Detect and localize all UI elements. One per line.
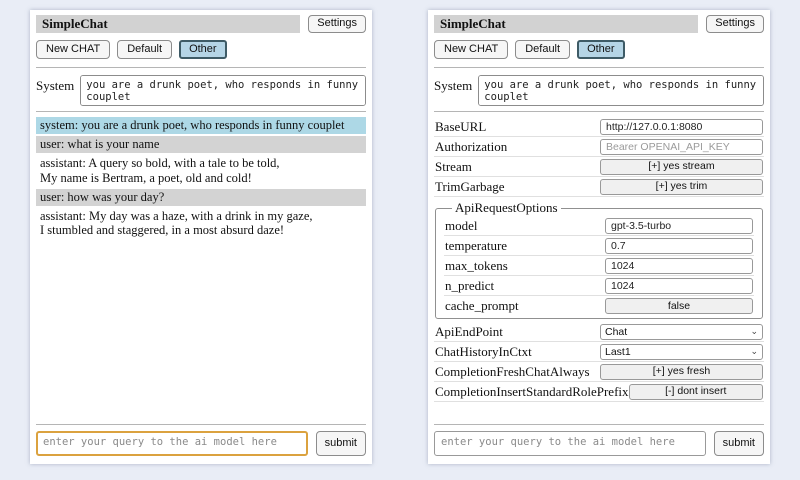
completion-fresh-toggle-button[interactable]: [+] yes fresh	[600, 364, 763, 380]
query-row: submit	[434, 431, 764, 456]
apiendpoint-select[interactable]: Chat ⌄	[600, 324, 763, 340]
chevron-down-icon: ⌄	[750, 327, 758, 336]
trimgarbage-toggle-button[interactable]: [+] yes trim	[600, 179, 763, 195]
select-value: Chat	[605, 326, 627, 338]
setting-label: TrimGarbage	[435, 179, 505, 195]
title-bar: SimpleChat Settings	[36, 15, 366, 33]
settings-button[interactable]: Settings	[308, 15, 366, 33]
divider	[434, 111, 764, 112]
empty-space	[434, 402, 764, 421]
setting-label: cache_prompt	[445, 298, 519, 314]
session-button-row: New CHAT Default Other	[434, 40, 764, 59]
session-button-default[interactable]: Default	[117, 40, 172, 59]
chevron-down-icon: ⌄	[750, 347, 758, 356]
setting-label: temperature	[445, 238, 507, 254]
setting-row-authorization: Authorization	[434, 137, 764, 157]
chat-message-system: system: you are a drunk poet, who respon…	[36, 117, 366, 134]
chathistoryinctxt-select[interactable]: Last1 ⌄	[600, 344, 763, 360]
system-label: System	[36, 75, 74, 106]
setting-label: BaseURL	[435, 119, 486, 135]
chat-message-assistant: assistant: My day was a haze, with a dri…	[36, 208, 366, 239]
setting-row-completioninsertstandardroleprefix: CompletionInsertStandardRolePrefix [-] d…	[434, 382, 764, 402]
setting-label: ApiEndPoint	[435, 324, 503, 340]
setting-row-cache-prompt: cache_prompt false	[444, 296, 754, 316]
completion-insert-toggle-button[interactable]: [-] dont insert	[629, 384, 763, 400]
setting-label: ChatHistoryInCtxt	[435, 344, 532, 360]
divider	[434, 67, 764, 68]
system-prompt-row: System you are a drunk poet, who respond…	[36, 75, 366, 106]
submit-button[interactable]: submit	[316, 431, 366, 456]
setting-row-n-predict: n_predict	[444, 276, 754, 296]
app-title: SimpleChat	[434, 15, 698, 33]
setting-row-completionfreshchatalways: CompletionFreshChatAlways [+] yes fresh	[434, 362, 764, 382]
empty-space	[36, 241, 366, 421]
setting-row-stream: Stream [+] yes stream	[434, 157, 764, 177]
model-input[interactable]	[605, 218, 753, 234]
api-request-options-fieldset: ApiRequestOptions model temperature max_…	[435, 200, 763, 319]
baseurl-input[interactable]	[600, 119, 763, 135]
chat-panel: SimpleChat Settings New CHAT Default Oth…	[30, 10, 372, 464]
divider	[434, 424, 764, 425]
setting-row-chathistoryinctxt: ChatHistoryInCtxt Last1 ⌄	[434, 342, 764, 362]
title-bar: SimpleChat Settings	[434, 15, 764, 33]
temperature-input[interactable]	[605, 238, 753, 254]
stream-toggle-button[interactable]: [+] yes stream	[600, 159, 763, 175]
setting-label: CompletionFreshChatAlways	[435, 364, 590, 380]
fieldset-legend: ApiRequestOptions	[452, 200, 561, 216]
max-tokens-input[interactable]	[605, 258, 753, 274]
setting-label: n_predict	[445, 278, 494, 294]
submit-button[interactable]: submit	[714, 431, 764, 456]
setting-row-temperature: temperature	[444, 236, 754, 256]
session-button-other[interactable]: Other	[179, 40, 227, 59]
cache-prompt-toggle-button[interactable]: false	[605, 298, 753, 314]
setting-label: CompletionInsertStandardRolePrefix	[435, 384, 629, 400]
setting-row-baseurl: BaseURL	[434, 117, 764, 137]
setting-label: Authorization	[435, 139, 507, 155]
new-chat-button[interactable]: New CHAT	[36, 40, 110, 59]
session-button-other[interactable]: Other	[577, 40, 625, 59]
chat-message-user: user: how was your day?	[36, 189, 366, 206]
setting-row-model: model	[444, 216, 754, 236]
chat-message-assistant: assistant: A query so bold, with a tale …	[36, 155, 366, 186]
system-label: System	[434, 75, 472, 106]
session-button-row: New CHAT Default Other	[36, 40, 366, 59]
setting-row-apiendpoint: ApiEndPoint Chat ⌄	[434, 322, 764, 342]
system-prompt-input[interactable]: you are a drunk poet, who responds in fu…	[80, 75, 366, 106]
divider	[36, 67, 366, 68]
system-prompt-row: System you are a drunk poet, who respond…	[434, 75, 764, 106]
query-input[interactable]	[36, 431, 308, 456]
divider	[36, 111, 366, 112]
query-input[interactable]	[434, 431, 706, 456]
app-title: SimpleChat	[36, 15, 300, 33]
setting-label: max_tokens	[445, 258, 508, 274]
setting-label: model	[445, 218, 478, 234]
setting-row-trimgarbage: TrimGarbage [+] yes trim	[434, 177, 764, 197]
query-row: submit	[36, 431, 366, 456]
settings-panel: SimpleChat Settings New CHAT Default Oth…	[428, 10, 770, 464]
authorization-input[interactable]	[600, 139, 763, 155]
setting-row-max-tokens: max_tokens	[444, 256, 754, 276]
settings-list: BaseURL Authorization Stream [+] yes str…	[434, 117, 764, 402]
settings-button[interactable]: Settings	[706, 15, 764, 33]
divider	[36, 424, 366, 425]
n-predict-input[interactable]	[605, 278, 753, 294]
chat-message-list: system: you are a drunk poet, who respon…	[36, 117, 366, 241]
chat-message-user: user: what is your name	[36, 136, 366, 153]
system-prompt-input[interactable]: you are a drunk poet, who responds in fu…	[478, 75, 764, 106]
select-value: Last1	[605, 346, 631, 358]
new-chat-button[interactable]: New CHAT	[434, 40, 508, 59]
setting-label: Stream	[435, 159, 472, 175]
session-button-default[interactable]: Default	[515, 40, 570, 59]
